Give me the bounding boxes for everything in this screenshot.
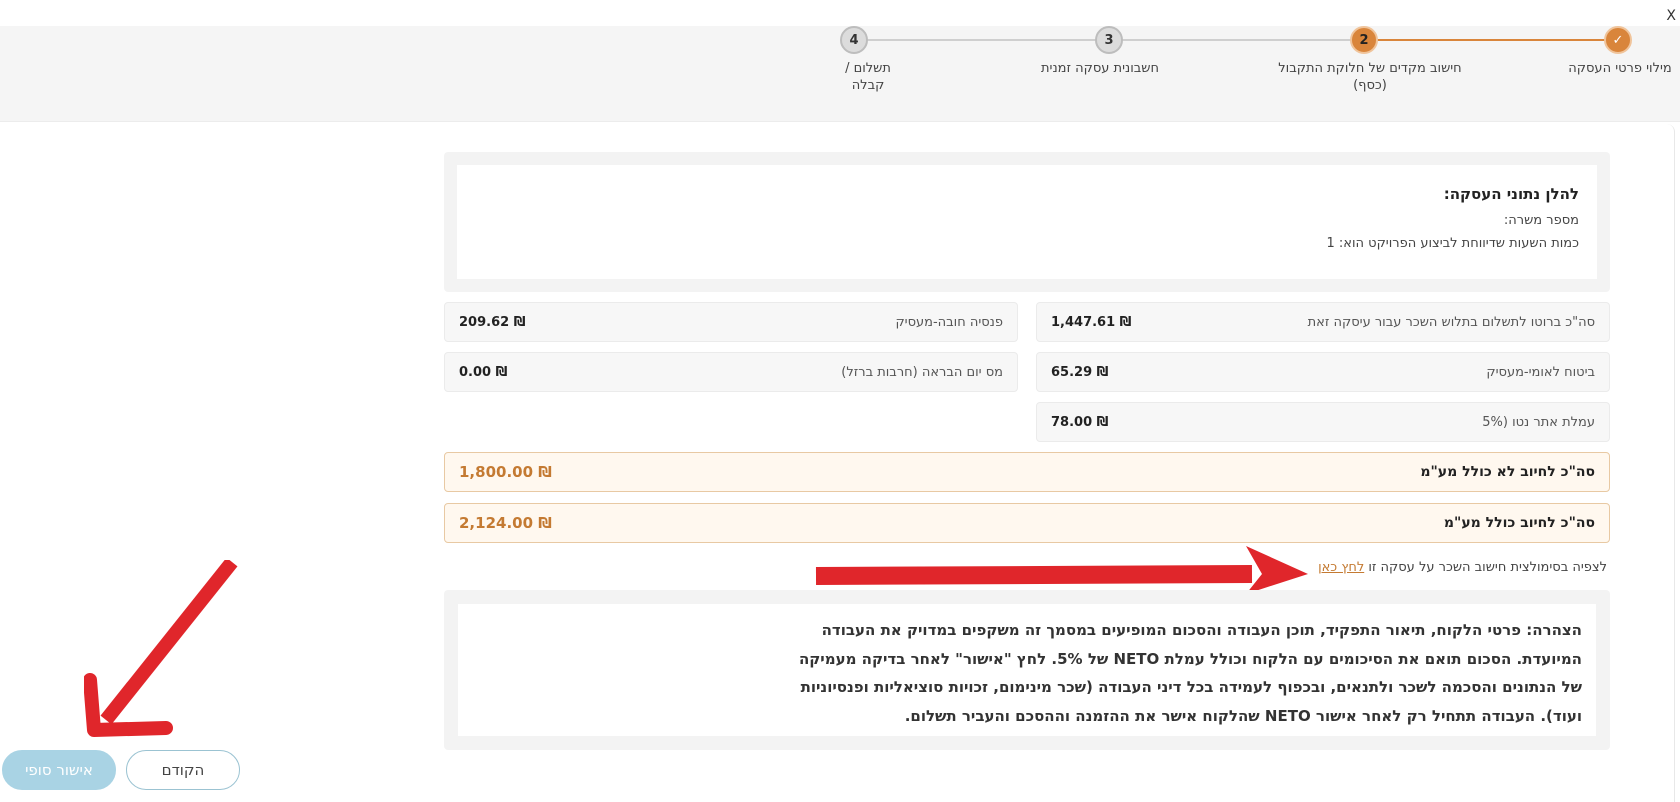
annotation-arrow-right-icon [815, 546, 1308, 590]
recreation-tax-value: ₪ 0.00 [459, 364, 508, 380]
site-fee-value: ₪ 78.00 [1051, 414, 1109, 430]
site-fee-label: עמלת אתר נטו (5% [1482, 414, 1595, 430]
total-with-vat-value: ₪ 2,124.00 [459, 514, 552, 532]
step-2-label: חישוב מקדים של חלוקת התקבול (כסף) [1278, 61, 1462, 93]
annotation-arrow-down-left-icon [84, 560, 238, 737]
gross-salary-value: ₪ 1,447.61 [1051, 314, 1132, 330]
site-fee-field: עמלת אתר נטו (5% ₪ 78.00 [1036, 402, 1610, 442]
total-without-vat-label: סה"כ לחיוב לא כולל מע"מ [1420, 464, 1595, 480]
step-4-label: תשלום / קבלה [845, 61, 891, 93]
final-approve-button[interactable]: אישור סופי [2, 750, 116, 790]
national-insurance-label: ביטוח לאומי-מעסיק [1486, 364, 1595, 380]
declaration-box: הצהרה: פרטי הלקוח, תיאור התפקיד, תוכן הע… [444, 590, 1610, 750]
simulation-text: לצפיה בסימולצית חישוב השכר על עסקה זו [1368, 560, 1607, 575]
recreation-tax-label: מס יום הבראה (חרבות ברזל) [841, 364, 1003, 380]
declaration-line-3: של הנתונים והסכמה לשכר ולתנאים, ובכפוף ל… [800, 678, 1582, 696]
gross-salary-label: סה"כ ברוטו לתשלום בתלוש השכר עבור עיסקה … [1307, 314, 1595, 330]
deal-info-title: להלן נתוני העסקה: [1443, 185, 1579, 203]
national-insurance-value: ₪ 65.29 [1051, 364, 1109, 380]
gross-salary-field: סה"כ ברוטו לתשלום בתלוש השכר עבור עיסקה … [1036, 302, 1610, 342]
previous-button[interactable]: הקודם [126, 750, 240, 790]
recreation-tax-field: מס יום הבראה (חרבות ברזל) ₪ 0.00 [444, 352, 1018, 392]
simulation-link[interactable]: לחץ כאן [1318, 560, 1364, 575]
total-without-vat: סה"כ לחיוב לא כולל מע"מ ₪ 1,800.00 [444, 452, 1610, 492]
deal-info-box: להלן נתוני העסקה: מספר משרה: כמות השעות … [444, 152, 1610, 292]
step-3-label: חשבונית עסקה זמנית [1041, 61, 1159, 76]
pension-value: ₪ 209.62 [459, 314, 526, 330]
total-with-vat-label: סה"כ לחיוב כולל מע"מ [1443, 515, 1595, 531]
check-icon: ✓ [1612, 32, 1624, 48]
total-with-vat: סה"כ לחיוב כולל מע"מ ₪ 2,124.00 [444, 503, 1610, 543]
step-4-circle: 4 [840, 26, 868, 54]
step-1-circle: ✓ [1604, 26, 1632, 54]
simulation-line: לצפיה בסימולצית חישוב השכר על עסקה זו לח… [1318, 560, 1607, 575]
stepper-line-complete [1364, 39, 1618, 41]
declaration-line-4: ועוד). העבודה תתחיל רק לאחר אישור NETO ש… [904, 706, 1582, 725]
pension-label: פנסיה חובה-מעסיק [895, 314, 1003, 330]
step-1-label: מילוי פרטי העסקה [1568, 61, 1672, 76]
step-3-circle: 3 [1095, 26, 1123, 54]
hours-line: כמות השעות שדיווחת לביצוע הפרויקט הוא: 1 [1326, 236, 1580, 251]
national-insurance-field: ביטוח לאומי-מעסיק ₪ 65.29 [1036, 352, 1610, 392]
pension-field: פנסיה חובה-מעסיק ₪ 209.62 [444, 302, 1018, 342]
job-number-label: מספר משרה: [1503, 213, 1579, 228]
close-button[interactable]: X [1666, 8, 1676, 24]
step-2-circle: 2 [1350, 26, 1378, 54]
declaration-line-1: הצהרה: פרטי הלקוח, תיאור התפקיד, תוכן הע… [821, 621, 1582, 639]
declaration-line-2: המיועדת. הסכום תואם את הסיכומים עם הלקוח… [798, 649, 1582, 668]
total-without-vat-value: ₪ 1,800.00 [459, 463, 552, 481]
